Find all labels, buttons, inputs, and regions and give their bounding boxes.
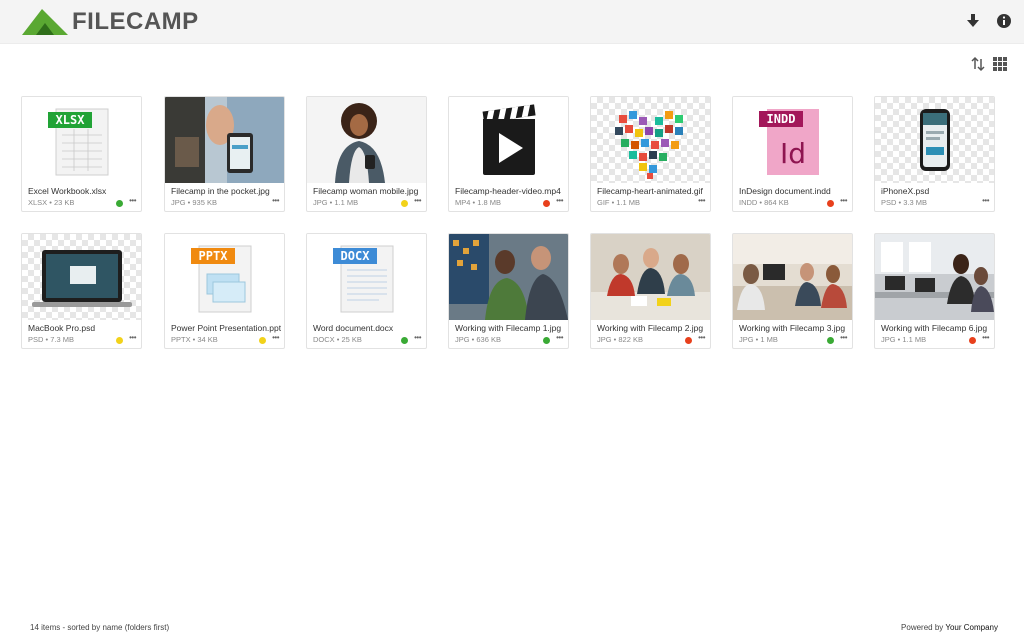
file-meta: JPG • 1.1 MB bbox=[313, 198, 359, 207]
file-meta: JPG • 935 KB bbox=[171, 198, 217, 207]
file-card-working-6[interactable]: Working with Filecamp 6.jpg JPG • 1.1 MB… bbox=[874, 233, 995, 349]
items-summary: 14 items - sorted by name (folders first… bbox=[30, 623, 170, 632]
download-icon[interactable] bbox=[964, 12, 982, 30]
grid-view-icon[interactable] bbox=[992, 56, 1008, 72]
more-options-button[interactable]: ••• bbox=[556, 333, 563, 342]
more-options-button[interactable]: ••• bbox=[698, 333, 705, 342]
file-meta: PSD • 3.3 MB bbox=[881, 198, 927, 207]
more-options-button[interactable]: ••• bbox=[840, 196, 847, 205]
psd-thumbnail bbox=[875, 97, 994, 183]
more-options-button[interactable]: ••• bbox=[698, 196, 705, 205]
file-name: Word document.docx bbox=[313, 323, 394, 333]
more-options-button[interactable]: ••• bbox=[272, 333, 279, 342]
file-card-filecamp-pocket[interactable]: Filecamp in the pocket.jpg JPG • 935 KB … bbox=[164, 96, 285, 212]
file-name: Working with Filecamp 6.jpg bbox=[881, 323, 988, 333]
more-options-button[interactable]: ••• bbox=[982, 196, 989, 205]
status-dot-red bbox=[543, 200, 550, 207]
more-options-button[interactable]: ••• bbox=[840, 333, 847, 342]
file-name: Working with Filecamp 2.jpg bbox=[597, 323, 704, 333]
file-meta: JPG • 1 MB bbox=[739, 335, 778, 344]
xlsx-badge: XLSX bbox=[56, 113, 86, 127]
powered-company-link[interactable]: Your Company bbox=[945, 623, 998, 632]
status-dot-green bbox=[827, 337, 834, 344]
indesign-glyph-icon: Id bbox=[780, 137, 806, 170]
sort-icon[interactable] bbox=[970, 56, 986, 72]
file-name: Filecamp in the pocket.jpg bbox=[171, 186, 270, 196]
photo-thumbnail bbox=[165, 97, 284, 183]
file-card-working-2[interactable]: Working with Filecamp 2.jpg JPG • 822 KB… bbox=[590, 233, 711, 349]
file-card-excel-workbook[interactable]: XLSX Excel Workbook.xlsx XLSX • 23 KB ••… bbox=[21, 96, 142, 212]
file-card-heart-animated[interactable]: Filecamp-heart-animated.gif GIF • 1.1 MB… bbox=[590, 96, 711, 212]
file-meta: GIF • 1.1 MB bbox=[597, 198, 641, 207]
logo-mark-icon bbox=[22, 9, 68, 35]
file-card-macbook-pro[interactable]: MacBook Pro.psd PSD • 7.3 MB ••• bbox=[21, 233, 142, 349]
file-card-working-1[interactable]: Working with Filecamp 1.jpg JPG • 636 KB… bbox=[448, 233, 569, 349]
status-dot-green bbox=[543, 337, 550, 344]
file-name: Working with Filecamp 3.jpg bbox=[739, 323, 846, 333]
app-header: FILECAMP bbox=[0, 0, 1024, 44]
file-name: iPhoneX.psd bbox=[881, 186, 930, 196]
docx-thumbnail: DOCX bbox=[307, 234, 426, 320]
more-options-button[interactable]: ••• bbox=[129, 196, 136, 205]
status-dot-yellow bbox=[401, 200, 408, 207]
brand-name: FILECAMP bbox=[72, 8, 199, 35]
info-icon[interactable] bbox=[995, 12, 1013, 30]
file-card-woman-mobile[interactable]: Filecamp woman mobile.jpg JPG • 1.1 MB •… bbox=[306, 96, 427, 212]
status-dot-red bbox=[685, 337, 692, 344]
file-card-working-3[interactable]: Working with Filecamp 3.jpg JPG • 1 MB •… bbox=[732, 233, 853, 349]
file-meta: DOCX • 25 KB bbox=[313, 335, 362, 344]
status-dot-red bbox=[969, 337, 976, 344]
indd-thumbnail: INDD Id bbox=[733, 97, 852, 183]
more-options-button[interactable]: ••• bbox=[982, 333, 989, 342]
status-dot-green bbox=[401, 337, 408, 344]
file-name: Filecamp-header-video.mp4 bbox=[455, 186, 561, 196]
file-name: Filecamp woman mobile.jpg bbox=[313, 186, 419, 196]
file-card-word-document[interactable]: DOCX Word document.docx DOCX • 25 KB ••• bbox=[306, 233, 427, 349]
more-options-button[interactable]: ••• bbox=[414, 333, 421, 342]
file-card-iphonex[interactable]: iPhoneX.psd PSD • 3.3 MB ••• bbox=[874, 96, 995, 212]
status-dot-red bbox=[827, 200, 834, 207]
status-dot-yellow bbox=[116, 337, 123, 344]
file-name: MacBook Pro.psd bbox=[28, 323, 96, 333]
file-meta: XLSX • 23 KB bbox=[28, 198, 75, 207]
file-meta: INDD • 864 KB bbox=[739, 198, 789, 207]
indd-badge: INDD bbox=[767, 112, 796, 126]
more-options-button[interactable]: ••• bbox=[272, 196, 279, 205]
file-meta: PSD • 7.3 MB bbox=[28, 335, 74, 344]
file-meta: JPG • 1.1 MB bbox=[881, 335, 927, 344]
xlsx-thumbnail: XLSX bbox=[22, 97, 141, 183]
file-meta: JPG • 822 KB bbox=[597, 335, 643, 344]
status-dot-green bbox=[116, 200, 123, 207]
filecamp-logo[interactable]: FILECAMP bbox=[22, 8, 199, 36]
file-name: InDesign document.indd bbox=[739, 186, 831, 196]
file-meta: PPTX • 34 KB bbox=[171, 335, 218, 344]
file-name: Filecamp-heart-animated.gif bbox=[597, 186, 703, 196]
file-name: Excel Workbook.xlsx bbox=[28, 186, 107, 196]
file-card-indesign-document[interactable]: INDD Id InDesign document.indd INDD • 86… bbox=[732, 96, 853, 212]
powered-prefix: Powered by bbox=[901, 623, 944, 632]
file-name: Power Point Presentation.pptx bbox=[171, 323, 281, 333]
photo-thumbnail bbox=[449, 234, 568, 320]
file-meta: JPG • 636 KB bbox=[455, 335, 501, 344]
photo-thumbnail bbox=[733, 234, 852, 320]
powered-by: Powered by Your Company bbox=[901, 623, 998, 632]
file-name: Working with Filecamp 1.jpg bbox=[455, 323, 562, 333]
pptx-thumbnail: PPTX bbox=[165, 234, 284, 320]
pptx-badge: PPTX bbox=[199, 249, 229, 263]
photo-thumbnail bbox=[875, 234, 994, 320]
more-options-button[interactable]: ••• bbox=[414, 196, 421, 205]
photo-thumbnail bbox=[307, 97, 426, 183]
video-thumbnail bbox=[449, 97, 568, 183]
photo-thumbnail bbox=[591, 234, 710, 320]
docx-badge: DOCX bbox=[341, 249, 371, 263]
file-card-powerpoint[interactable]: PPTX Power Point Presentation.pptx PPTX … bbox=[164, 233, 285, 349]
psd-thumbnail bbox=[22, 234, 141, 320]
gif-thumbnail bbox=[591, 97, 710, 183]
file-meta: MP4 • 1.8 MB bbox=[455, 198, 501, 207]
file-card-header-video[interactable]: Filecamp-header-video.mp4 MP4 • 1.8 MB •… bbox=[448, 96, 569, 212]
status-dot-yellow bbox=[259, 337, 266, 344]
more-options-button[interactable]: ••• bbox=[556, 196, 563, 205]
more-options-button[interactable]: ••• bbox=[129, 333, 136, 342]
